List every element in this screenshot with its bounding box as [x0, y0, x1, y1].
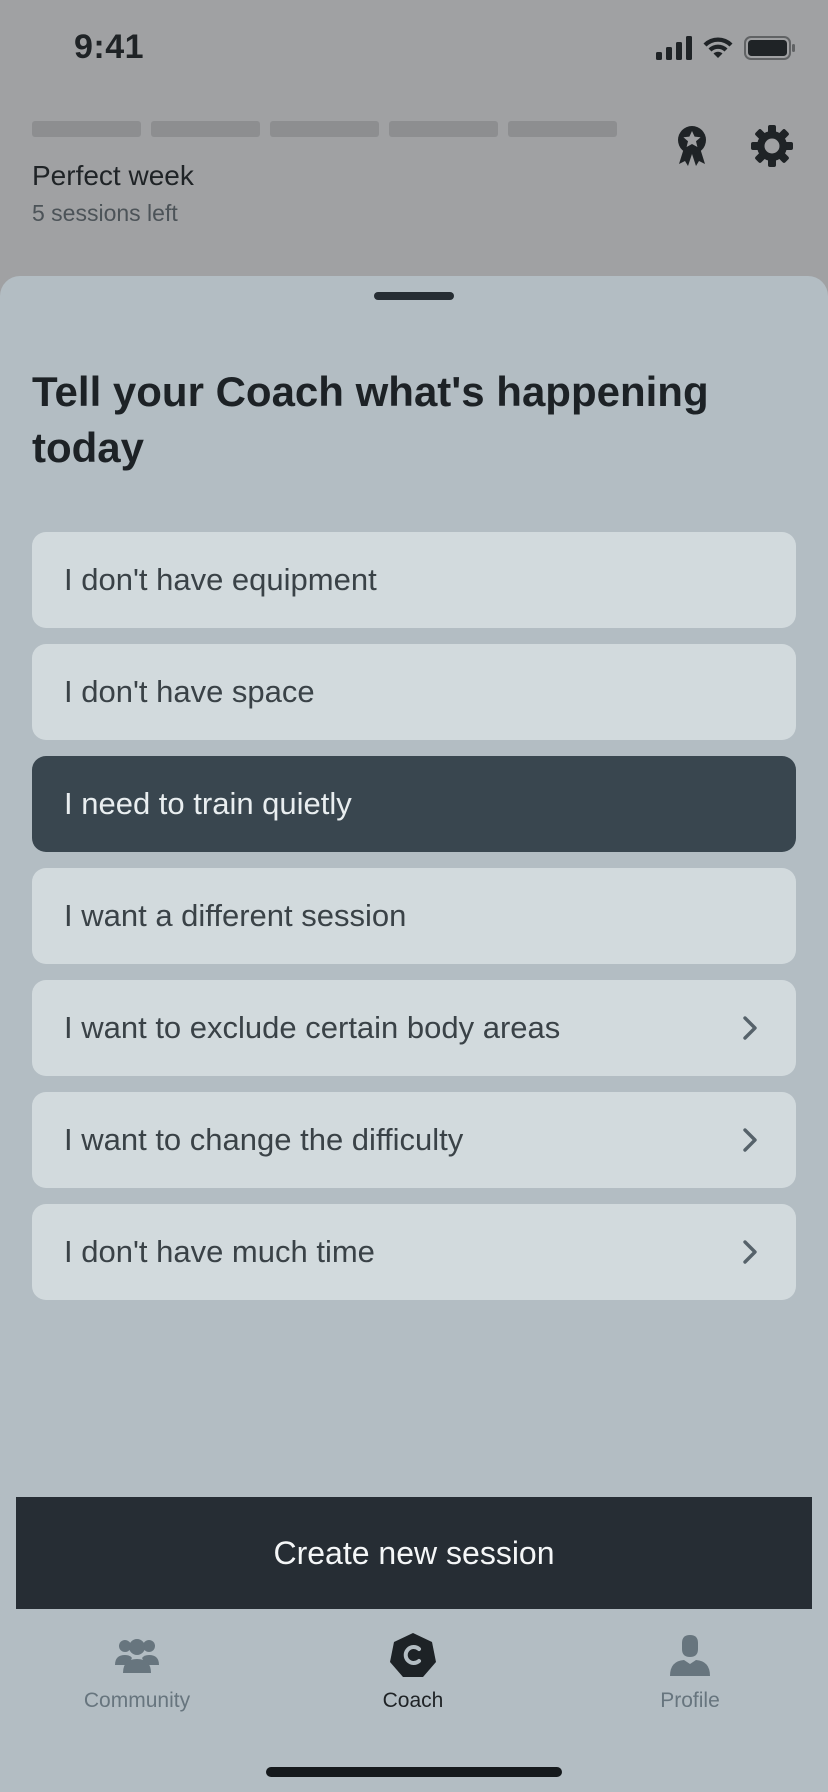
- create-new-session-button[interactable]: Create new session: [16, 1497, 812, 1609]
- profile-icon: [666, 1631, 714, 1679]
- progress-segment: [508, 121, 617, 137]
- chevron-right-icon: [736, 1126, 764, 1154]
- goal-title: Perfect week: [32, 160, 194, 191]
- wifi-icon: [702, 36, 734, 65]
- option-short-on-time[interactable]: I don't have much time: [32, 1204, 796, 1300]
- progress-segment: [151, 121, 260, 137]
- settings-gear-icon[interactable]: [748, 122, 796, 170]
- tab-community[interactable]: Community: [37, 1631, 237, 1713]
- option-train-quietly[interactable]: I need to train quietly: [32, 756, 796, 852]
- award-icon[interactable]: [668, 122, 716, 170]
- chevron-right-icon: [736, 1238, 764, 1266]
- tab-label: Community: [83, 1689, 191, 1712]
- option-label: I need to train quietly: [64, 786, 352, 821]
- tab-coach[interactable]: Coach: [313, 1631, 513, 1713]
- status-time: 9:41: [74, 28, 145, 66]
- progress-segment: [389, 121, 498, 137]
- coach-options-sheet: Tell your Coach what's happening today I…: [0, 276, 828, 1792]
- status-icons: [656, 36, 796, 65]
- option-label: I want a different session: [64, 898, 407, 933]
- weekly-progress-bar: [32, 121, 617, 137]
- tab-bar: Community Coach Profile: [0, 1609, 828, 1792]
- sheet-grabber[interactable]: [374, 292, 454, 300]
- option-exclude-body-areas[interactable]: I want to exclude certain body areas: [32, 980, 796, 1076]
- option-label: I don't have much time: [64, 1234, 375, 1269]
- tab-label: Profile: [660, 1689, 720, 1712]
- progress-segment: [270, 121, 379, 137]
- coach-icon: [389, 1631, 437, 1679]
- option-label: I don't have equipment: [64, 562, 377, 597]
- tab-label: Coach: [382, 1689, 444, 1712]
- signal-icon: [656, 36, 692, 65]
- community-icon: [113, 1631, 161, 1679]
- option-different-session[interactable]: I want a different session: [32, 868, 796, 964]
- option-change-difficulty[interactable]: I want to change the difficulty: [32, 1092, 796, 1188]
- option-label: I don't have space: [64, 674, 315, 709]
- battery-icon: [744, 36, 796, 65]
- chevron-right-icon: [736, 1014, 764, 1042]
- option-no-equipment[interactable]: I don't have equipment: [32, 532, 796, 628]
- home-indicator: [266, 1767, 562, 1777]
- status-bar: 9:41: [0, 0, 828, 100]
- option-no-space[interactable]: I don't have space: [32, 644, 796, 740]
- option-label: I want to exclude certain body areas: [64, 1010, 561, 1045]
- option-label: I want to change the difficulty: [64, 1122, 464, 1157]
- progress-segment: [32, 121, 141, 137]
- sheet-title: Tell your Coach what's happening today: [32, 368, 709, 471]
- tab-profile[interactable]: Profile: [590, 1631, 790, 1713]
- goal-subtitle: 5 sessions left: [32, 200, 178, 226]
- options-list: I don't have equipment I don't have spac…: [32, 532, 796, 1316]
